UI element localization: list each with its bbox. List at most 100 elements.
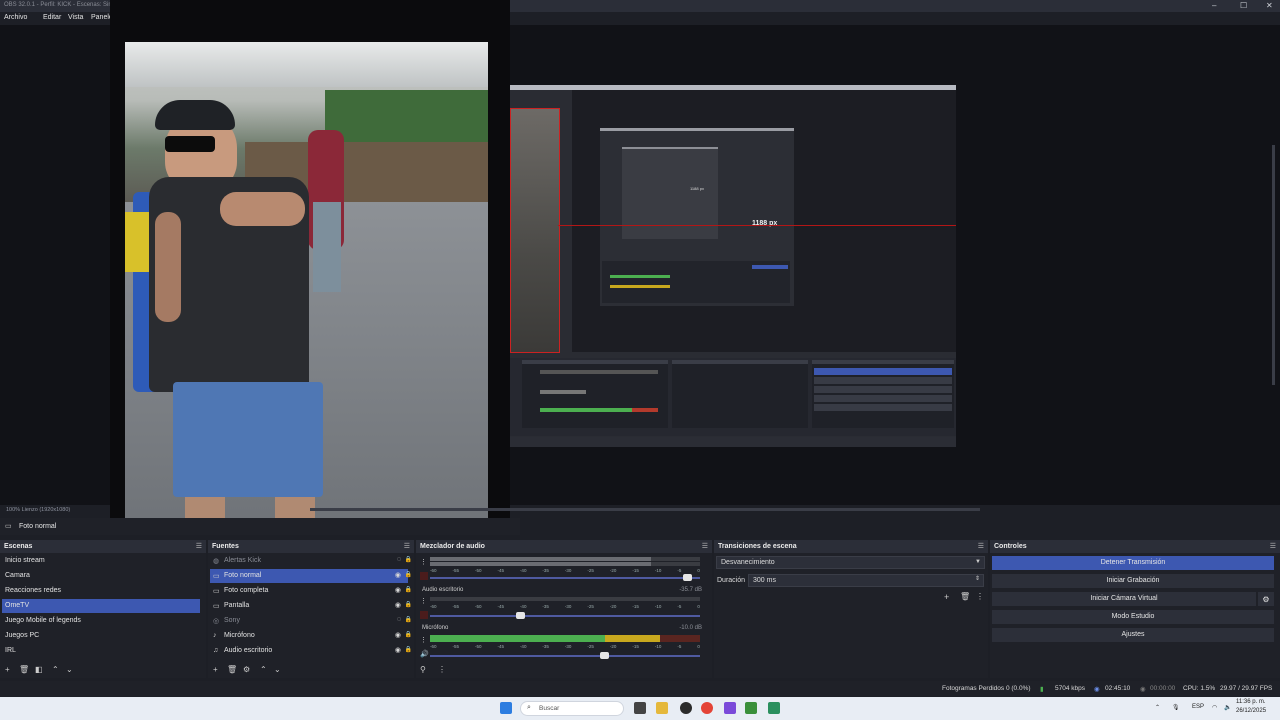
image-icon: ▭ xyxy=(213,588,220,595)
slider-knob[interactable] xyxy=(599,652,609,659)
source-item[interactable]: ▭ Foto completa ◉ 🔒 xyxy=(210,584,412,598)
lock-icon[interactable]: 🔒 xyxy=(405,616,412,623)
dock-menu-icon[interactable]: ☰ xyxy=(978,542,984,550)
maximize-button[interactable]: ☐ xyxy=(1240,1,1247,10)
add-source-icon[interactable]: + xyxy=(213,665,218,674)
task-view-icon[interactable] xyxy=(634,702,646,714)
slider-knob[interactable] xyxy=(683,574,693,581)
captured-btn-1 xyxy=(814,368,952,375)
menu-vista[interactable]: Vista xyxy=(68,14,83,21)
lock-icon[interactable]: 🔒 xyxy=(405,601,412,608)
chevron-up-icon[interactable]: ⌃ xyxy=(1155,704,1160,711)
dock-menu-icon[interactable]: ☰ xyxy=(702,542,708,550)
eye-icon[interactable]: ◉ xyxy=(395,631,401,639)
lock-icon[interactable]: 🔒 xyxy=(405,631,412,638)
channel-menu-icon[interactable]: ⋮ xyxy=(420,597,427,605)
scene-item[interactable]: Reacciones redes xyxy=(2,584,200,598)
source-item[interactable]: ▭ Pantalla ◉ 🔒 xyxy=(210,599,412,613)
app-icon[interactable] xyxy=(768,702,780,714)
photo-source-image[interactable] xyxy=(125,42,488,526)
scene-item[interactable]: Camara xyxy=(2,569,200,583)
scene-item[interactable]: Juegos PC xyxy=(2,629,200,643)
duration-input[interactable]: 300 ms ⇕ xyxy=(748,574,984,587)
image-icon: ▭ xyxy=(5,523,12,530)
lock-icon[interactable]: 🔒 xyxy=(405,556,412,563)
menu-archivo[interactable]: Archivo xyxy=(4,14,27,21)
dock-menu-icon[interactable]: ☰ xyxy=(1270,542,1276,550)
scene-filters-icon[interactable]: ◧ xyxy=(35,665,43,674)
lock-icon[interactable]: 🔒 xyxy=(405,571,412,578)
link-icon[interactable]: ⚲ xyxy=(420,665,426,674)
volume-slider[interactable] xyxy=(430,612,700,619)
scene-item[interactable]: Juego Mobile of legends xyxy=(2,614,200,628)
source-item[interactable]: ♫ Audio escritorio ◉ 🔒 xyxy=(210,644,412,658)
speaker-icon[interactable]: 🔊 xyxy=(420,650,429,658)
scene-item[interactable]: Inicio stream xyxy=(2,554,200,568)
preview-vertical-scrollbar[interactable] xyxy=(1272,145,1275,385)
dock-menu-icon[interactable]: ☰ xyxy=(196,542,202,550)
more-icon[interactable]: ⋮ xyxy=(976,592,984,601)
volume-icon[interactable]: 🔈 xyxy=(1224,704,1231,711)
menu-editar[interactable]: Editar xyxy=(43,14,61,21)
dock-menu-icon[interactable]: ☰ xyxy=(404,542,410,550)
eye-hidden-icon[interactable]: ◌ xyxy=(397,556,401,563)
app-icon[interactable] xyxy=(724,702,736,714)
mute-icon[interactable] xyxy=(420,572,428,580)
move-down-icon[interactable]: ⌄ xyxy=(274,665,281,674)
settings-button[interactable]: Ajustes xyxy=(992,628,1274,642)
volume-slider[interactable] xyxy=(430,652,700,659)
file-explorer-icon[interactable] xyxy=(656,702,668,714)
windows-start-icon[interactable] xyxy=(500,702,512,714)
transition-select[interactable]: Desvanecimiento ▼ xyxy=(716,556,985,569)
move-up-icon[interactable]: ⌃ xyxy=(260,665,267,674)
scene-label: Inicio stream xyxy=(5,557,45,564)
spin-arrows-icon[interactable]: ⇕ xyxy=(975,575,980,582)
channel-menu-icon[interactable]: ⋮ xyxy=(420,636,427,644)
slider-knob[interactable] xyxy=(516,612,526,619)
source-item-selected[interactable]: ▭ Foto normal ◉ 🔒 xyxy=(210,569,412,583)
minimize-button[interactable]: – xyxy=(1212,1,1216,10)
source-item[interactable]: ◍ Alertas Kick ◌ 🔒 xyxy=(210,554,412,568)
screen-capture-source[interactable]: 1188 px 1188 px xyxy=(510,85,956,447)
eye-icon[interactable]: ◉ xyxy=(395,586,401,594)
eye-icon[interactable]: ◉ xyxy=(395,571,401,579)
add-transition-icon[interactable]: + xyxy=(944,592,949,602)
lock-icon[interactable]: 🔒 xyxy=(405,646,412,653)
close-button[interactable]: ✕ xyxy=(1266,1,1273,10)
source-item[interactable]: ◎ Sony ◌ 🔒 xyxy=(210,614,412,628)
mute-icon[interactable] xyxy=(420,611,428,619)
language-indicator[interactable]: ESP xyxy=(1192,704,1204,710)
source-item[interactable]: ♪ Micrófono ◉ 🔒 xyxy=(210,629,412,643)
xbox-icon[interactable] xyxy=(745,702,757,714)
remove-source-icon[interactable]: 🗑 xyxy=(227,665,237,674)
move-up-icon[interactable]: ⌃ xyxy=(52,665,59,674)
start-virtual-camera-button[interactable]: Iniciar Cámara Virtual xyxy=(992,592,1256,606)
scene-item-selected[interactable]: OmeTV xyxy=(2,599,200,613)
studio-mode-button[interactable]: Modo Estudio xyxy=(992,610,1274,624)
eye-icon[interactable]: ◉ xyxy=(395,646,401,654)
add-scene-icon[interactable]: + xyxy=(5,665,10,674)
taskbar-search[interactable]: ⌕ Buscar xyxy=(520,701,624,716)
scene-item[interactable]: IRL xyxy=(2,644,200,658)
wifi-icon[interactable]: ◠ xyxy=(1212,704,1217,711)
volume-slider[interactable] xyxy=(430,574,700,581)
eye-icon[interactable]: ◉ xyxy=(395,601,401,609)
preview-horizontal-scrollbar[interactable] xyxy=(310,508,980,511)
clock-time[interactable]: 11:36 p. m. xyxy=(1236,699,1266,705)
gear-icon[interactable]: ⚙ xyxy=(243,665,250,674)
lock-icon[interactable]: 🔒 xyxy=(405,586,412,593)
start-recording-button[interactable]: Iniciar Grabación xyxy=(992,574,1274,588)
channel-menu-icon[interactable]: ⋮ xyxy=(420,558,427,566)
remove-scene-icon[interactable]: 🗑 xyxy=(19,665,29,674)
source-label: Alertas Kick xyxy=(224,557,261,564)
stop-streaming-button[interactable]: Detener Transmisión xyxy=(992,556,1274,570)
more-icon[interactable]: ⋮ xyxy=(438,665,446,674)
move-down-icon[interactable]: ⌄ xyxy=(66,665,73,674)
remove-transition-icon[interactable]: 🗑 xyxy=(960,592,970,601)
mic-icon[interactable]: 🎙 xyxy=(1172,704,1180,711)
chrome-icon[interactable] xyxy=(701,702,713,714)
eye-hidden-icon[interactable]: ◌ xyxy=(397,616,401,623)
obs-icon[interactable] xyxy=(680,702,692,714)
virtual-camera-settings-button[interactable]: ⚙ xyxy=(1258,592,1274,606)
clock-date[interactable]: 26/12/2025 xyxy=(1236,708,1266,714)
